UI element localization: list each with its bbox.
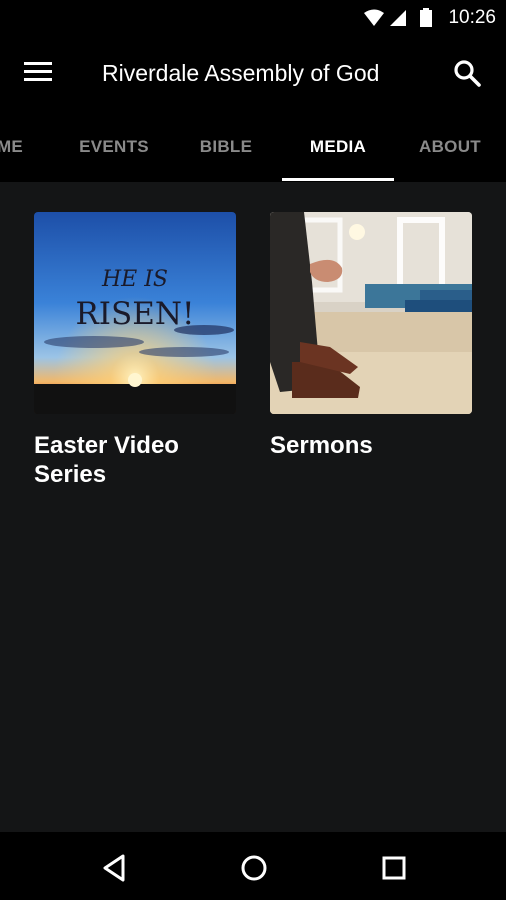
back-icon [103, 854, 125, 882]
status-bar: 10:26 [0, 0, 506, 36]
search-button[interactable] [452, 58, 484, 90]
tab-media[interactable]: MEDIA [282, 112, 394, 182]
card-title[interactable]: Easter Video Series [34, 431, 234, 489]
easter-thumbnail[interactable]: HE IS RISEN! [34, 212, 236, 414]
app-bar: Riverdale Assembly of God [0, 36, 506, 112]
tab-bible[interactable]: BIBLE [170, 112, 282, 182]
tab-events[interactable]: EVENTS [58, 112, 170, 182]
battery-icon [420, 8, 432, 27]
menu-button[interactable] [24, 62, 54, 86]
back-button[interactable] [96, 850, 132, 886]
sermons-thumbnail[interactable] [270, 212, 472, 414]
image-text-line1: HE IS [101, 267, 168, 292]
home-icon [241, 855, 267, 881]
media-card-easter[interactable]: HE IS RISEN! Easter Video Series [34, 212, 240, 489]
image-text-line2: RISEN! [75, 296, 194, 332]
active-tab-indicator [282, 178, 394, 181]
tab-bar: ME EVENTS BIBLE MEDIA ABOUT [0, 112, 506, 182]
recents-button[interactable] [376, 850, 412, 886]
search-icon [454, 60, 481, 87]
menu-icon [24, 62, 54, 81]
signal-icon [390, 10, 406, 26]
wifi-icon [364, 9, 384, 26]
status-icons [362, 7, 436, 34]
tab-home[interactable]: ME [0, 112, 30, 182]
app-title: Riverdale Assembly of God [102, 60, 380, 86]
card-title[interactable]: Sermons [270, 431, 470, 460]
media-card-sermons[interactable]: Sermons [270, 212, 476, 460]
tab-about[interactable]: ABOUT [394, 112, 506, 182]
home-button[interactable] [236, 850, 272, 886]
system-nav-bar [0, 832, 506, 900]
recents-icon [382, 856, 406, 880]
status-time: 10:26 [448, 7, 496, 28]
